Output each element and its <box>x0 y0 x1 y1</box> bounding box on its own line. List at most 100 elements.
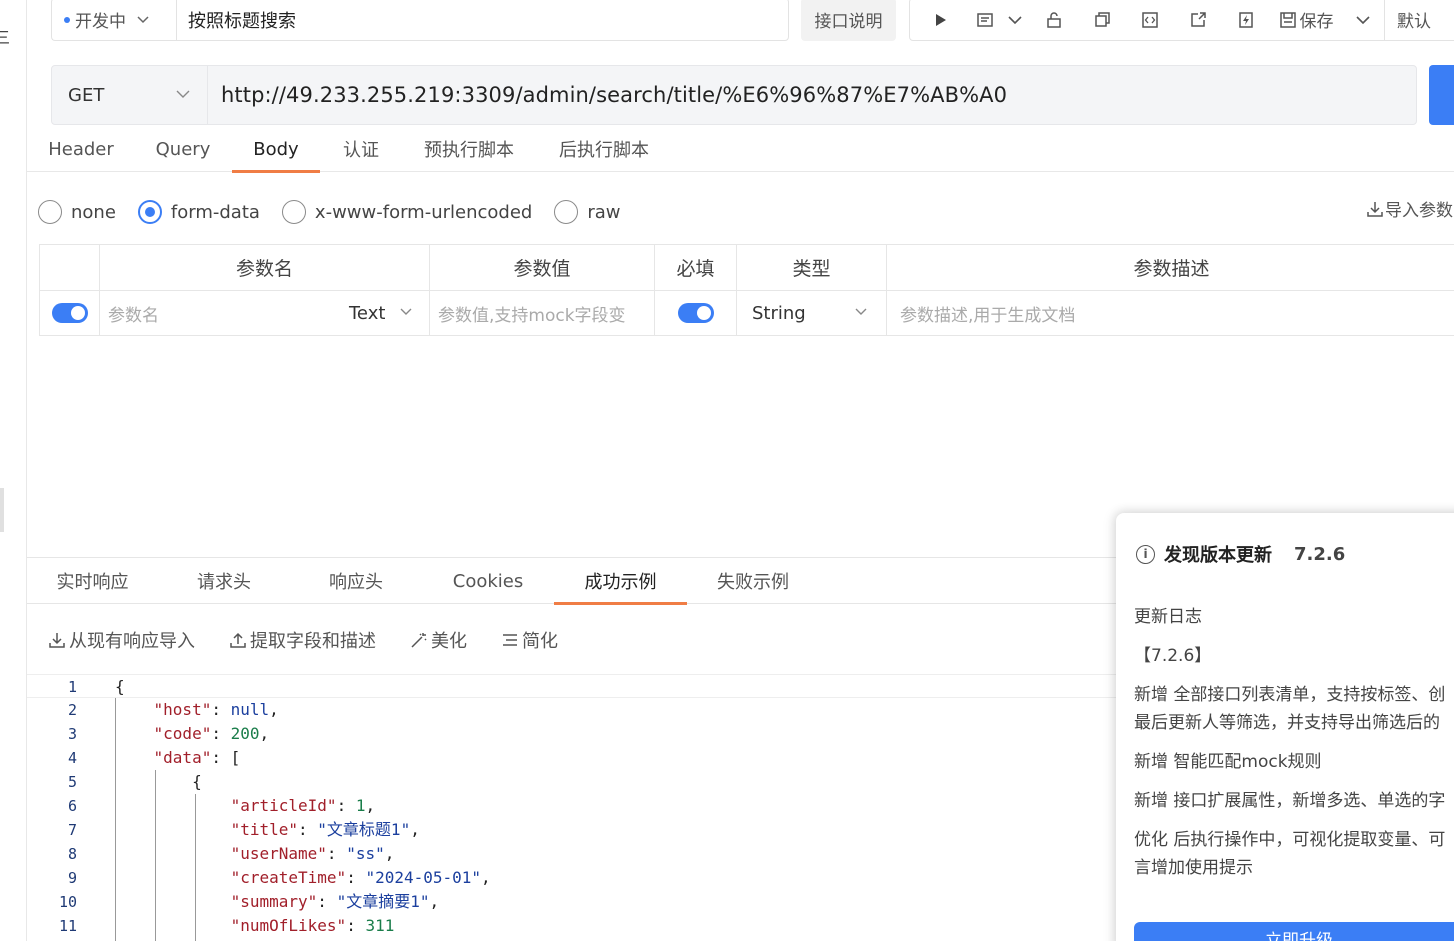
run-button[interactable] <box>910 5 970 35</box>
log-item: 新增 接口扩展属性，新增多选、单选的字 <box>1134 791 1446 811</box>
code-line: 11 "numOfLikes": 311 <box>27 914 1127 938</box>
param-name-input[interactable]: 参数名 <box>100 301 159 326</box>
download-icon <box>1367 201 1383 217</box>
code-button[interactable] <box>1126 5 1174 35</box>
code-line: 8 "userName": "ss", <box>27 842 1127 866</box>
api-title-input[interactable]: 按照标题搜索 <box>176 0 789 41</box>
log-line: 言增加使用提示 <box>1134 858 1253 878</box>
tab-post-script[interactable]: 后执行脚本 <box>555 127 653 171</box>
left-sidebar: 三 <box>0 0 27 941</box>
type-cell: String <box>736 291 886 335</box>
info-icon: i <box>1136 544 1155 564</box>
lightning-icon <box>1239 11 1253 28</box>
beautify-button[interactable]: 美化 <box>409 627 467 653</box>
code-text: "userName": "ss", <box>230 844 395 863</box>
tab-failure-example[interactable]: 失败示例 <box>687 558 819 604</box>
radio-urlencoded[interactable]: x-www-form-urlencoded <box>281 200 533 224</box>
play-icon <box>936 13 946 26</box>
table-row: 参数名 Text 参数值,支持mock字段变 String 参数描述,用于生成文… <box>39 291 1454 336</box>
preview-button[interactable] <box>970 5 1000 35</box>
code-text: "data": [ <box>153 748 241 767</box>
header-toggle-cell <box>39 245 99 290</box>
param-value-cell: 参数值,支持mock字段变 <box>429 291 654 335</box>
preview-dropdown[interactable] <box>1000 5 1030 35</box>
code-line: 1{ <box>27 674 1127 698</box>
radio-none[interactable]: none <box>38 200 116 224</box>
code-text: "numOfLikes": 311 <box>230 916 395 935</box>
environment-select[interactable]: 默认 <box>1384 0 1431 41</box>
line-number: 3 <box>67 725 77 743</box>
radio-raw[interactable]: raw <box>554 200 620 224</box>
code-line: 4 "data": [ <box>27 746 1127 770</box>
menu-icon[interactable]: 三 <box>0 24 10 48</box>
chevron-down-icon <box>855 308 867 315</box>
header-description: 参数描述 <box>886 245 1454 290</box>
mock-button[interactable] <box>1222 5 1270 35</box>
code-line: 2 "host": null, <box>27 698 1127 722</box>
tab-header[interactable]: Header <box>43 127 119 171</box>
import-params-button[interactable]: 导入参数 <box>1365 196 1453 221</box>
line-number: 7 <box>67 821 77 839</box>
code-text: "title": "文章标题1", <box>230 820 420 839</box>
radio-circle[interactable] <box>554 200 579 224</box>
radio-circle-selected[interactable] <box>137 200 162 224</box>
json-editor[interactable]: 1{ 2 "host": null, 3 "code": 200, 4 "dat… <box>27 674 1127 941</box>
tab-auth[interactable]: 认证 <box>337 127 385 171</box>
simplify-button[interactable]: 简化 <box>500 627 558 653</box>
code-text: "articleId": 1, <box>230 796 376 815</box>
tab-request-headers[interactable]: 请求头 <box>158 558 290 604</box>
radio-form-data[interactable]: form-data <box>137 200 260 224</box>
tab-body[interactable]: Body <box>232 127 320 173</box>
version-update-panel: i 发现版本更新 7.2.6 更新日志 【7.2.6】 新增 全部接口列表清单，… <box>1116 513 1454 941</box>
tab-query[interactable]: Query <box>147 127 219 171</box>
param-type-select[interactable]: String <box>737 303 806 324</box>
method-label: GET <box>68 84 105 106</box>
tab-success-example[interactable]: 成功示例 <box>554 558 687 605</box>
header-required: 必填 <box>654 245 736 290</box>
send-button[interactable] <box>1429 65 1454 125</box>
method-select[interactable]: GET <box>52 66 208 124</box>
radio-circle[interactable] <box>281 200 306 224</box>
radio-circle[interactable] <box>38 200 62 224</box>
chevron-down-icon <box>400 308 412 315</box>
tab-response-headers[interactable]: 响应头 <box>290 558 422 604</box>
save-button[interactable]: 保存 <box>1270 5 1342 35</box>
tab-cookies[interactable]: Cookies <box>422 558 554 604</box>
beautify-label: 美化 <box>431 631 467 652</box>
tab-pre-script[interactable]: 预执行脚本 <box>420 127 518 171</box>
extract-fields-button[interactable]: 提取字段和描述 <box>228 627 376 653</box>
json-key: "host" <box>153 700 212 719</box>
json-value: null <box>230 700 270 719</box>
status-select[interactable]: 开发中 <box>51 0 176 41</box>
param-description-input[interactable]: 参数描述,用于生成文档 <box>887 301 1075 326</box>
tab-realtime-response[interactable]: 实时响应 <box>27 558 158 604</box>
response-toolbar: 从现有响应导入 提取字段和描述 美化 简化 <box>47 626 591 654</box>
log-item: 优化 后执行操作中，可视化提取变量、可 言增加使用提示 <box>1134 826 1454 882</box>
lock-button[interactable] <box>1030 5 1078 35</box>
share-button[interactable] <box>1174 5 1222 35</box>
line-number: 1 <box>67 678 77 696</box>
required-toggle[interactable] <box>677 303 714 323</box>
url-bar: GET http://49.233.255.219:3309/admin/sea… <box>51 65 1417 125</box>
enable-toggle[interactable] <box>51 303 88 323</box>
save-dropdown[interactable] <box>1342 5 1384 35</box>
upgrade-now-button[interactable]: 立即升级 <box>1134 922 1454 941</box>
extract-fields-label: 提取字段和描述 <box>250 631 376 652</box>
copy-button[interactable] <box>1078 5 1126 35</box>
import-params-label: 导入参数 <box>1385 201 1453 221</box>
preview-icon <box>977 12 993 27</box>
api-doc-button[interactable]: 接口说明 <box>801 0 896 41</box>
table-header-row: 参数名 参数值 必填 类型 参数描述 <box>39 245 1454 291</box>
header-type: 类型 <box>736 245 886 290</box>
import-from-response-button[interactable]: 从现有响应导入 <box>47 627 195 653</box>
code-line: 5 { <box>27 770 1127 794</box>
param-value-input[interactable]: 参数值,支持mock字段变 <box>430 301 626 326</box>
update-version: 7.2.6 <box>1294 543 1346 565</box>
upload-icon <box>230 632 246 648</box>
radio-label: none <box>71 201 116 223</box>
url-input[interactable]: http://49.233.255.219:3309/admin/search/… <box>221 66 1007 124</box>
param-field-type-select[interactable]: Text <box>349 303 385 324</box>
update-title: 发现版本更新 <box>1164 545 1272 566</box>
radio-label: x-www-form-urlencoded <box>314 201 533 223</box>
log-line: 新增 全部接口列表清单，支持按标签、创 <box>1134 685 1446 705</box>
